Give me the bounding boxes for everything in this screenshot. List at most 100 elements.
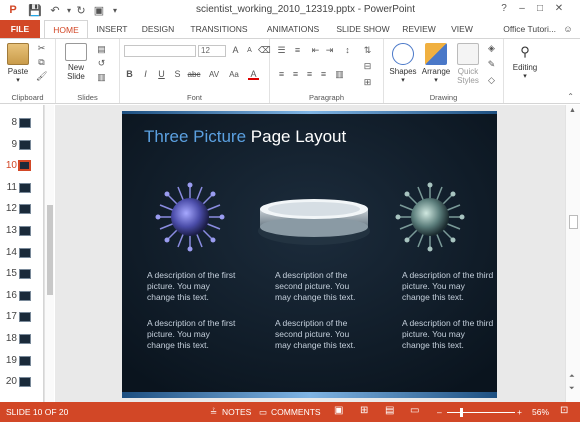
close-button[interactable]: ✕ <box>552 2 566 16</box>
tab-view[interactable]: VIEW <box>447 20 477 38</box>
slide-thumbnail-image[interactable] <box>19 139 31 150</box>
description-2-bottom[interactable]: A description of the second picture. You… <box>275 318 367 351</box>
thumbnail-scroll-thumb[interactable] <box>47 205 53 295</box>
slide-thumbnail-image[interactable] <box>18 160 31 172</box>
reading-view-icon[interactable]: ▤ <box>385 405 394 416</box>
font-color-button[interactable]: A <box>248 69 259 80</box>
slide-thumbnail-image[interactable] <box>19 355 31 366</box>
reset-icon[interactable]: ↺ <box>96 58 107 69</box>
font-size-box[interactable]: 12 <box>198 45 226 57</box>
slide-thumbnail-image[interactable] <box>19 247 31 258</box>
change-case-button[interactable]: Aa <box>226 69 242 80</box>
zoom-out-button[interactable]: – <box>437 407 442 417</box>
slide-thumbnail[interactable]: 18 <box>0 329 44 349</box>
tab-review[interactable]: REVIEW <box>400 20 438 38</box>
slide-title[interactable]: Three Picture Page Layout <box>144 127 346 147</box>
slide-thumbnail[interactable]: 8 <box>0 113 44 133</box>
thumbnail-scrollbar[interactable] <box>44 105 54 402</box>
new-slide-button[interactable]: New Slide <box>62 43 90 81</box>
description-1-bottom[interactable]: A description of the first picture. You … <box>147 318 239 351</box>
numbering-icon[interactable]: ≡ <box>292 45 303 56</box>
slide-thumbnail[interactable]: 10 <box>0 156 44 176</box>
ribbon-display-options-icon[interactable]: ☺ <box>562 20 574 38</box>
slide-thumbnail-image[interactable] <box>19 204 31 215</box>
slide-thumbnail-image[interactable] <box>19 334 31 344</box>
fit-slide-icon[interactable]: ⊡ <box>560 405 568 416</box>
slide-scrollbar[interactable]: ▲ ⏶ ⏷ <box>565 105 580 402</box>
user-account-menu[interactable]: Office Tutori... <box>503 20 556 38</box>
bold-button[interactable]: B <box>124 69 135 80</box>
section-icon[interactable]: ▥ <box>96 72 107 83</box>
scroll-up-icon[interactable]: ▲ <box>569 107 576 114</box>
previous-slide-icon[interactable]: ⏶ <box>569 373 575 381</box>
slide-thumbnail-image[interactable] <box>19 312 31 323</box>
smartart-icon[interactable]: ⊞ <box>362 77 373 88</box>
slide-sorter-icon[interactable]: ⊞ <box>360 405 368 416</box>
grow-font-icon[interactable]: A <box>230 45 241 56</box>
italic-button[interactable]: I <box>140 69 151 80</box>
slide-thumbnail[interactable]: 14 <box>0 243 44 263</box>
increase-indent-icon[interactable]: ⇥ <box>324 45 335 56</box>
save-icon[interactable]: 💾 <box>28 3 42 17</box>
slide-thumbnail[interactable]: 12 <box>0 199 44 219</box>
zoom-in-button[interactable]: + <box>517 407 522 417</box>
help-button[interactable]: ? <box>497 2 511 16</box>
notes-button[interactable]: NOTES <box>222 407 251 417</box>
clear-formatting-icon[interactable]: ⌫ <box>258 45 271 56</box>
editing-button[interactable]: ⚲ Editing ▾ <box>508 43 542 80</box>
slide-thumbnail[interactable]: 16 <box>0 286 44 306</box>
undo-icon[interactable]: ↶ <box>48 3 62 17</box>
zoom-slider-thumb[interactable] <box>460 408 463 417</box>
align-text-icon[interactable]: ⊟ <box>362 61 373 72</box>
text-shadow-button[interactable]: S <box>172 69 183 80</box>
slide-thumbnail-image[interactable] <box>19 182 31 193</box>
collapse-ribbon-icon[interactable]: ⌃ <box>567 92 574 101</box>
redo-icon[interactable]: ↻ <box>74 3 88 17</box>
comments-icon[interactable]: ▭ <box>259 407 267 418</box>
normal-view-icon[interactable]: ▣ <box>334 405 343 416</box>
slide-thumbnail-image[interactable] <box>19 377 31 388</box>
slide-thumbnail[interactable]: 11 <box>0 178 44 198</box>
current-slide[interactable]: Three Picture Page Layout A description … <box>122 111 497 398</box>
character-spacing-button[interactable]: AV <box>206 69 222 80</box>
paste-button[interactable]: Paste ▾ <box>4 43 32 84</box>
copy-icon[interactable]: ⧉ <box>36 57 47 68</box>
quick-styles-button[interactable]: Quick Styles <box>454 43 482 85</box>
bullets-icon[interactable]: ☰ <box>276 45 287 56</box>
shrink-font-icon[interactable]: A <box>244 45 255 56</box>
description-1-top[interactable]: A description of the first picture. You … <box>147 270 239 303</box>
tab-design[interactable]: DESIGN <box>138 20 178 38</box>
decrease-indent-icon[interactable]: ⇤ <box>310 45 321 56</box>
columns-icon[interactable]: ▥ <box>334 69 345 80</box>
slide-thumbnail[interactable]: 17 <box>0 307 44 327</box>
arrange-button[interactable]: Arrange ▾ <box>420 43 452 84</box>
tab-insert[interactable]: INSERT <box>94 20 130 38</box>
slideshow-view-icon[interactable]: ▭ <box>410 405 419 416</box>
align-center-icon[interactable]: ≡ <box>290 69 301 80</box>
slide-thumbnail-image[interactable] <box>19 118 31 128</box>
text-direction-icon[interactable]: ⇅ <box>362 45 373 56</box>
tab-home[interactable]: HOME <box>44 20 88 39</box>
shape-effects-icon[interactable]: ◇ <box>486 75 497 86</box>
minimize-button[interactable]: – <box>515 2 529 16</box>
zoom-level[interactable]: 56% <box>532 407 549 417</box>
slide-thumbnail[interactable]: 19 <box>0 351 44 371</box>
align-left-icon[interactable]: ≡ <box>276 69 287 80</box>
slide-scroll-thumb[interactable] <box>569 215 578 229</box>
align-right-icon[interactable]: ≡ <box>304 69 315 80</box>
comments-button[interactable]: COMMENTS <box>271 407 321 417</box>
start-slideshow-icon[interactable]: ▣ <box>92 3 106 17</box>
font-name-box[interactable] <box>124 45 196 57</box>
slide-thumbnail[interactable]: 15 <box>0 264 44 284</box>
description-3-bottom[interactable]: A description of the third picture. You … <box>402 318 494 351</box>
layout-icon[interactable]: ▤ <box>96 44 107 55</box>
strikethrough-button[interactable]: abc <box>186 69 202 80</box>
slide-thumbnail-image[interactable] <box>19 226 31 236</box>
slide-thumbnail-image[interactable] <box>19 290 31 301</box>
tab-transitions[interactable]: TRANSITIONS <box>186 20 252 38</box>
customize-qat-icon[interactable]: ▾ <box>108 3 122 17</box>
description-2-top[interactable]: A description of the second picture. You… <box>275 270 367 303</box>
slide-thumbnail[interactable]: 20 <box>0 372 44 392</box>
slide-thumbnail-image[interactable] <box>19 269 31 280</box>
shape-outline-icon[interactable]: ✎ <box>486 59 497 70</box>
